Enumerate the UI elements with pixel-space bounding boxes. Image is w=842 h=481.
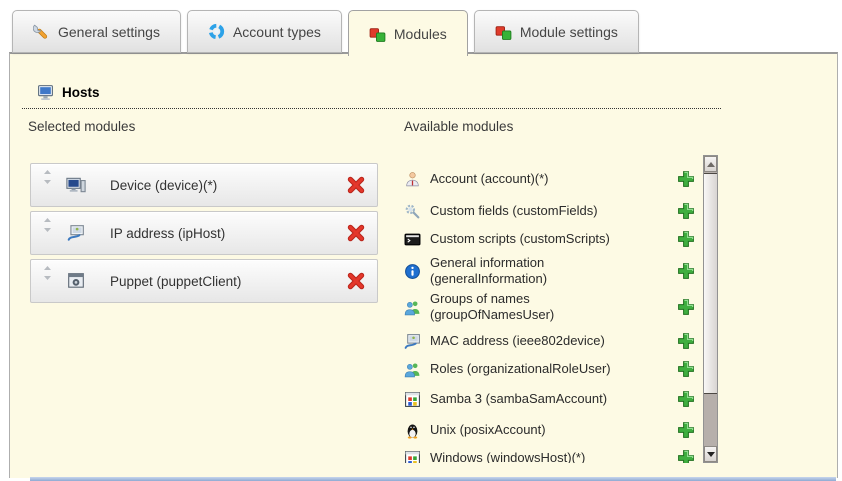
module-label: General information (generalInformation): [430, 255, 655, 286]
monitor-icon: [37, 84, 54, 101]
list-item: Custom scripts (customScripts): [400, 225, 700, 253]
selected-modules-label: Selected modules: [28, 119, 135, 134]
module-label: Groups of names (groupOfNamesUser): [430, 291, 655, 322]
scrollbar-thumb[interactable]: [704, 173, 717, 394]
available-modules-list: Account (account)(*) Custom fields (cust…: [400, 155, 700, 463]
group-icon: [404, 299, 422, 316]
tab-label: Modules: [394, 26, 447, 42]
add-module-button[interactable]: [677, 390, 695, 408]
add-module-button[interactable]: [677, 332, 695, 350]
selected-module-row[interactable]: IP address (ipHost): [30, 211, 378, 255]
list-item: General information (generalInformation): [400, 252, 700, 290]
add-module-button[interactable]: [677, 360, 695, 378]
list-item: Groups of names (groupOfNamesUser): [400, 288, 700, 326]
tab-label: Module settings: [520, 24, 618, 40]
windows-icon: [404, 450, 422, 464]
available-modules-label: Available modules: [404, 119, 513, 134]
samba-icon: [404, 391, 422, 408]
remove-module-button[interactable]: [347, 224, 365, 242]
wrench-icon: [33, 23, 50, 40]
tab-module-settings[interactable]: Module settings: [474, 10, 639, 53]
list-item: MAC address (ieee802device): [400, 327, 700, 355]
triangle-down-icon: [707, 452, 715, 457]
module-label: MAC address (ieee802device): [430, 333, 655, 349]
module-label: Custom fields (customFields): [430, 203, 655, 219]
device-icon: [66, 176, 86, 194]
module-label: Windows (windowsHost)(*): [430, 450, 655, 463]
bottom-bar-edge: [30, 477, 836, 481]
account-types-icon: [208, 23, 225, 40]
tab-account-types[interactable]: Account types: [187, 10, 342, 53]
module-label: Roles (organizationalRoleUser): [430, 361, 655, 377]
list-item: Unix (posixAccount): [400, 416, 700, 444]
module-label: Unix (posixAccount): [430, 422, 655, 438]
tab-label: General settings: [58, 24, 160, 40]
drag-handle-icon[interactable]: [43, 218, 52, 232]
config-window: General settings Account types Modules: [0, 0, 842, 481]
section-title: Hosts: [62, 85, 100, 100]
list-item: Roles (organizationalRoleUser): [400, 355, 700, 383]
module-label: Account (account)(*): [430, 171, 655, 187]
add-module-button[interactable]: [677, 421, 695, 439]
section-header: Hosts: [22, 84, 721, 109]
info-icon: [404, 263, 422, 280]
ip-address-icon: [66, 224, 86, 242]
add-module-button[interactable]: [677, 262, 695, 280]
modules-icon: [369, 25, 386, 42]
scroll-up-button[interactable]: [704, 156, 717, 172]
module-label: IP address (ipHost): [110, 226, 225, 241]
tab-label: Account types: [233, 24, 321, 40]
module-label: Custom scripts (customScripts): [430, 231, 655, 247]
tab-modules[interactable]: Modules: [348, 10, 468, 56]
module-label: Puppet (puppetClient): [110, 274, 241, 289]
list-item: Windows (windowsHost)(*): [400, 444, 700, 463]
add-module-button[interactable]: [677, 170, 695, 188]
selected-module-row[interactable]: Device (device)(*): [30, 163, 378, 207]
mac-address-icon: [404, 333, 422, 350]
roles-icon: [404, 361, 422, 378]
add-module-button[interactable]: [677, 230, 695, 248]
remove-module-button[interactable]: [347, 176, 365, 194]
remove-module-button[interactable]: [347, 272, 365, 290]
puppet-icon: [66, 272, 86, 290]
list-item: Samba 3 (sambaSamAccount): [400, 385, 700, 413]
add-module-button[interactable]: [677, 202, 695, 220]
list-item: Account (account)(*): [400, 165, 700, 193]
drag-handle-icon[interactable]: [43, 266, 52, 280]
selected-module-row[interactable]: Puppet (puppetClient): [30, 259, 378, 303]
module-settings-icon: [495, 23, 512, 40]
account-icon: [404, 171, 422, 188]
add-module-button[interactable]: [677, 298, 695, 316]
custom-fields-icon: [404, 203, 422, 220]
module-label: Device (device)(*): [110, 178, 217, 193]
scroll-down-button[interactable]: [704, 446, 717, 462]
tab-general-settings[interactable]: General settings: [12, 10, 181, 53]
scrollbar[interactable]: [703, 155, 718, 463]
list-item: Custom fields (customFields): [400, 197, 700, 225]
unix-icon: [404, 422, 422, 439]
triangle-up-icon: [707, 162, 715, 167]
add-module-button[interactable]: [677, 449, 695, 463]
drag-handle-icon[interactable]: [43, 170, 52, 184]
tab-bar: General settings Account types Modules: [12, 10, 645, 56]
module-label: Samba 3 (sambaSamAccount): [430, 391, 655, 407]
custom-scripts-icon: [404, 231, 422, 248]
